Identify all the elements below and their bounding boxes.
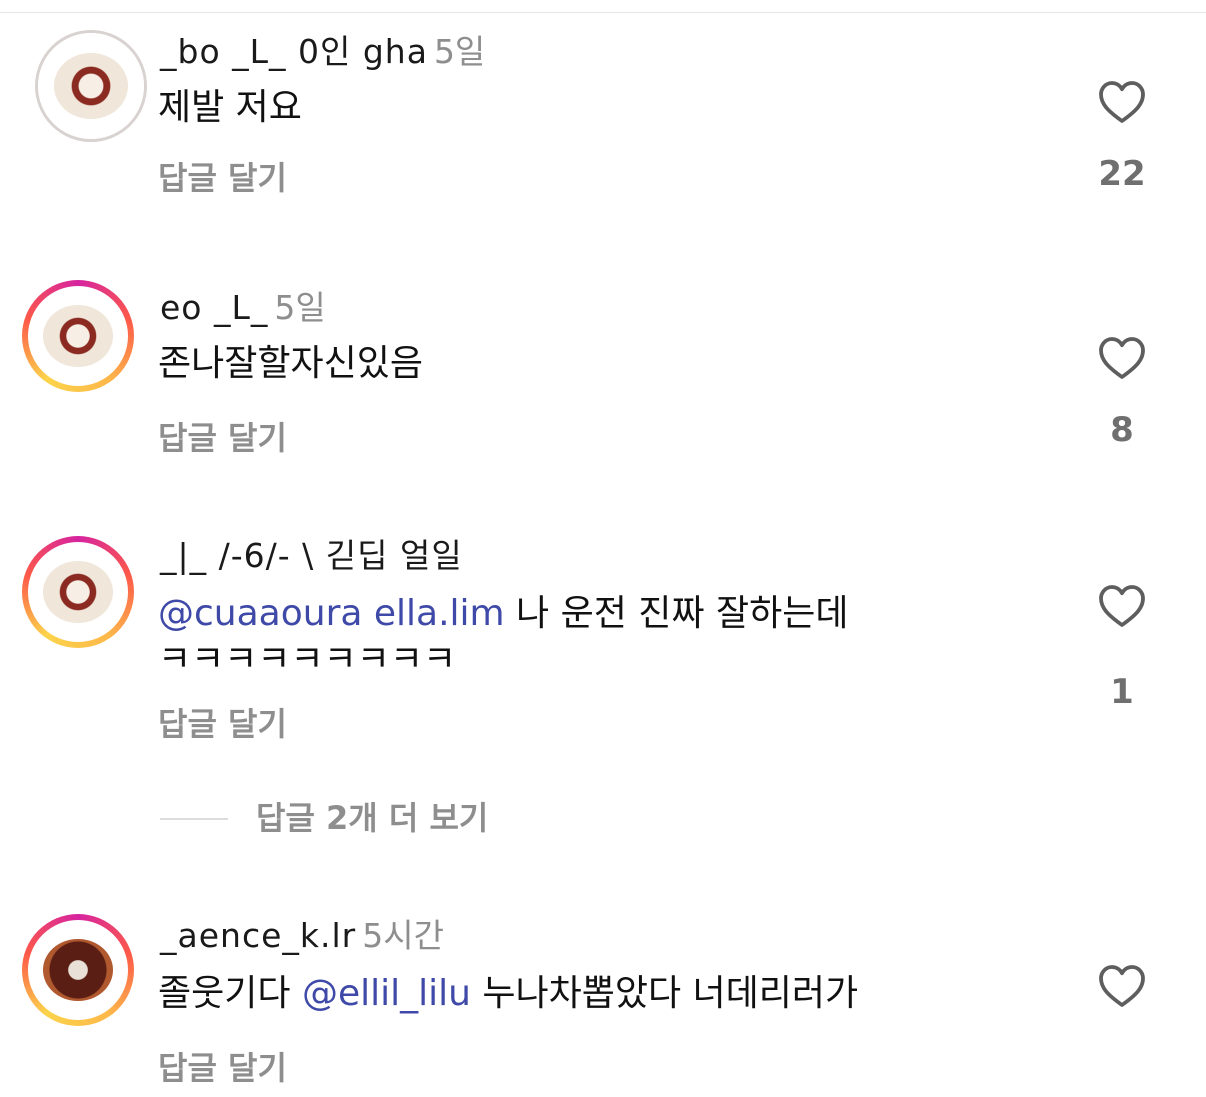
avatar[interactable] <box>22 280 134 392</box>
reply-button[interactable]: 답글 달기 <box>158 704 287 744</box>
comment-text: 존나잘할자신있음 <box>158 343 423 384</box>
more-replies-label[interactable]: 답글 2개 더 보기 <box>256 798 488 838</box>
heart-outline-icon[interactable] <box>1097 964 1147 1008</box>
username[interactable]: _|_ /-6/- \ 긷딥 얼일 <box>160 536 463 575</box>
like-control: 1 <box>1082 584 1162 712</box>
like-control: 22 <box>1082 80 1162 194</box>
heart-outline-icon[interactable] <box>1097 336 1147 380</box>
username[interactable]: eo _L_ <box>160 288 268 327</box>
more-replies-divider <box>160 818 228 820</box>
mention-link[interactable]: @cuaaoura ella.lim <box>158 593 505 634</box>
comment-meta: _aence_k.lr 5시간 <box>160 916 444 956</box>
like-count: 22 <box>1098 154 1146 194</box>
comment-text-body: 나 운전 진짜 잘하는데 <box>504 593 849 634</box>
like-count: 1 <box>1110 672 1134 712</box>
comment-text: @cuaaoura ella.lim 나 운전 진짜 잘하는데 <box>158 590 848 638</box>
like-count: 8 <box>1110 410 1134 450</box>
top-divider <box>0 12 1206 13</box>
reply-button[interactable]: 답글 달기 <box>158 158 287 198</box>
heart-outline-icon[interactable] <box>1097 80 1147 124</box>
comment-text: 졸웃기다 @ellil_lilu 누나차뽑았다 너데리러가 <box>158 970 858 1018</box>
timestamp: 5일 <box>274 288 326 327</box>
comment-text-body: 누나차뽑았다 너데리러가 <box>470 973 859 1014</box>
comment-meta: _|_ /-6/- \ 긷딥 얼일 <box>160 536 469 576</box>
like-control <box>1082 964 1162 1008</box>
comment-text: 제발 저요 <box>158 87 302 128</box>
comment-text-body: 졸웃기다 <box>158 973 302 1014</box>
avatar[interactable] <box>35 30 147 142</box>
timestamp: 5일 <box>433 32 486 71</box>
username[interactable]: _aence_k.lr <box>160 916 356 955</box>
mention-link[interactable]: @ellil_lilu <box>302 973 471 1014</box>
heart-outline-icon[interactable] <box>1097 584 1147 628</box>
comment-meta: eo _L_ 5일 <box>160 288 326 328</box>
comment-text-line2: ㅋㅋㅋㅋㅋㅋㅋㅋㅋ <box>158 639 457 680</box>
comment-meta: _bo _L_ 0인 gha 5일 <box>160 32 485 72</box>
avatar[interactable] <box>22 914 134 1026</box>
avatar[interactable] <box>22 536 134 648</box>
username[interactable]: _bo _L_ 0인 gha <box>160 32 428 71</box>
reply-button[interactable]: 답글 달기 <box>158 418 287 458</box>
timestamp: 5시간 <box>362 916 444 955</box>
like-control: 8 <box>1082 336 1162 450</box>
reply-button[interactable]: 답글 달기 <box>158 1048 287 1088</box>
